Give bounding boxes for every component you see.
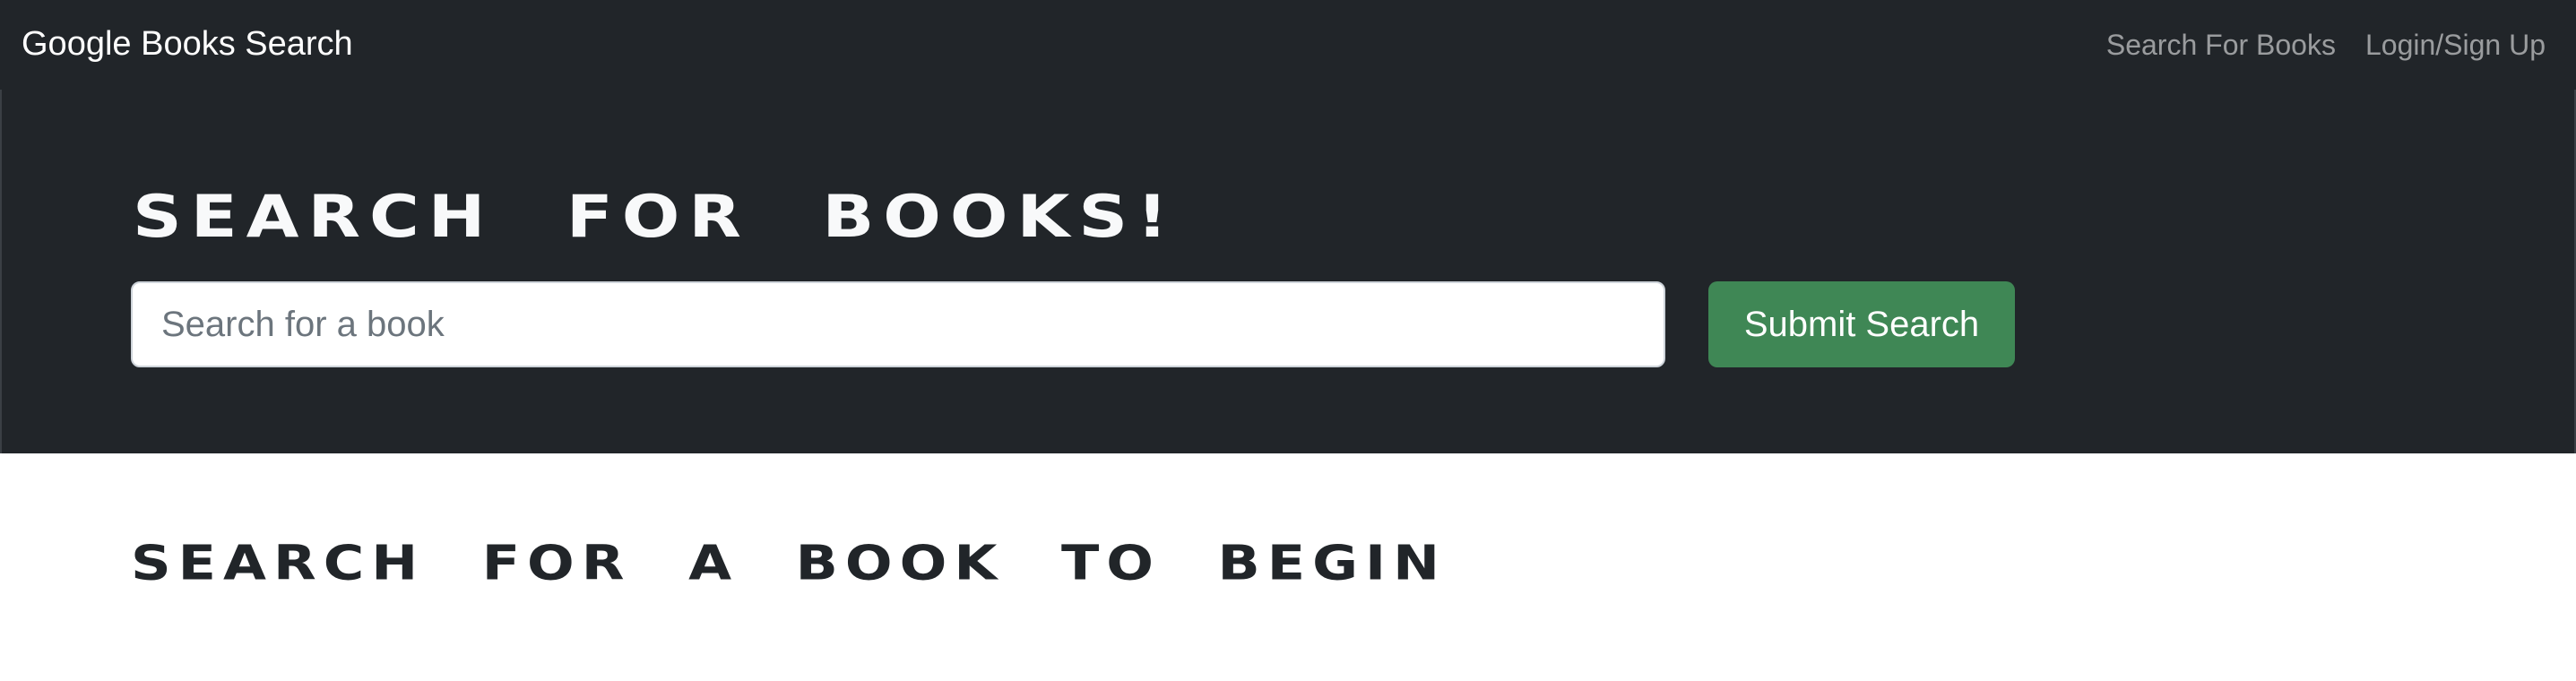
search-hero: SEARCH FOR BOOKS! Submit Search xyxy=(0,90,2576,453)
results-heading: SEARCH FOR A BOOK TO BEGIN xyxy=(131,534,1447,591)
nav-link-search-for-books[interactable]: Search For Books xyxy=(2106,25,2336,65)
navbar: Google Books Search Search For Books Log… xyxy=(0,0,2576,90)
nav-links: Search For Books Login/Sign Up xyxy=(2106,25,2546,65)
search-input[interactable] xyxy=(131,281,1665,367)
page-title: SEARCH FOR BOOKS! xyxy=(133,181,1177,251)
brand-link[interactable]: Google Books Search xyxy=(22,23,353,65)
submit-search-button[interactable]: Submit Search xyxy=(1708,281,2015,367)
nav-link-login-signup[interactable]: Login/Sign Up xyxy=(2365,25,2546,65)
